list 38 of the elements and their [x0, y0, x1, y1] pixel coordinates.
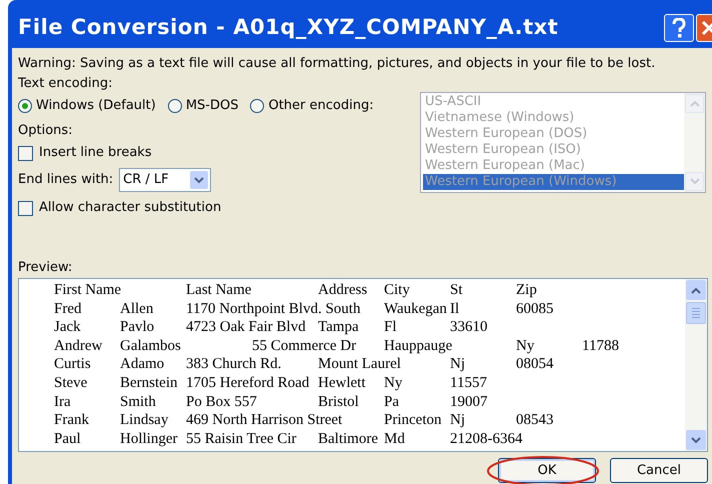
scroll-thumb[interactable]: [686, 302, 706, 324]
preview-line: Ira Smith Po Box 557 Bristol Pa 19007: [54, 392, 488, 412]
end-lines-label: End lines with:: [18, 171, 114, 190]
help-button[interactable]: [664, 14, 694, 42]
preview-line: Andrew Galambos 55 Commerce Dr Hauppauge Ny 11788: [54, 336, 619, 356]
end-lines-dropdown[interactable]: CR / LF: [119, 168, 212, 192]
preview-line: Curtis Adamo 383 Church Rd. Mount Laurel Nj 08054: [54, 355, 554, 374]
preview-line: Jack Pavlo 4723 Oak Fair Blvd Tampa Fl 33610: [54, 318, 488, 337]
radio-button[interactable]: [18, 99, 32, 113]
cancel-button[interactable]: Cancel: [610, 458, 708, 483]
preview-line: Fred Allen 1170 Northpoint Blvd. South Waukegan Il 60085: [54, 300, 554, 318]
preview-line: Steve Bernstein 1705 Hereford Road Hewlett Ny 11557: [54, 374, 487, 393]
radio-button[interactable]: [250, 99, 264, 113]
ok-button[interactable]: OK: [498, 458, 596, 483]
scroll-down-icon: [685, 172, 704, 191]
radio-label: Windows (Default): [36, 97, 156, 116]
checkbox-label: Allow character substitution: [39, 199, 222, 218]
scroll-up-icon: [685, 94, 704, 113]
preview-line: First Name Last Name Address City St Zip: [54, 281, 537, 300]
radio-label: Other encoding:: [268, 97, 374, 116]
encoding-label: Text encoding:: [18, 75, 112, 93]
warning-text: Warning: Saving as a text file will cause all formatting, pictures, and objects in your file to be lost.: [18, 55, 656, 73]
radio-label: MS-DOS: [186, 97, 238, 116]
scrollbar[interactable]: [685, 279, 707, 451]
preview-label: Preview:: [18, 259, 72, 277]
preview-line: Frank Lindsay 469 North Harrison Street Princeton Nj 08543: [54, 411, 554, 430]
checkbox[interactable]: [18, 200, 33, 216]
preview-line: Paul Hollinger 55 Raisin Tree Cir Baltimore Md 21208-6364: [54, 430, 522, 448]
radio-button[interactable]: [168, 99, 182, 113]
scroll-up-icon: [686, 280, 706, 300]
checkbox-label: Insert line breaks: [39, 144, 152, 162]
close-icon: [700, 20, 712, 36]
window-title: File Conversion - A01q_XYZ_COMPANY_A.txt: [18, 14, 558, 42]
help-icon: [672, 18, 686, 38]
options-label: Options:: [18, 122, 73, 140]
checkbox[interactable]: [18, 146, 33, 160]
dropdown-value: CR / LF: [123, 171, 169, 190]
scroll-down-icon: [686, 430, 706, 450]
